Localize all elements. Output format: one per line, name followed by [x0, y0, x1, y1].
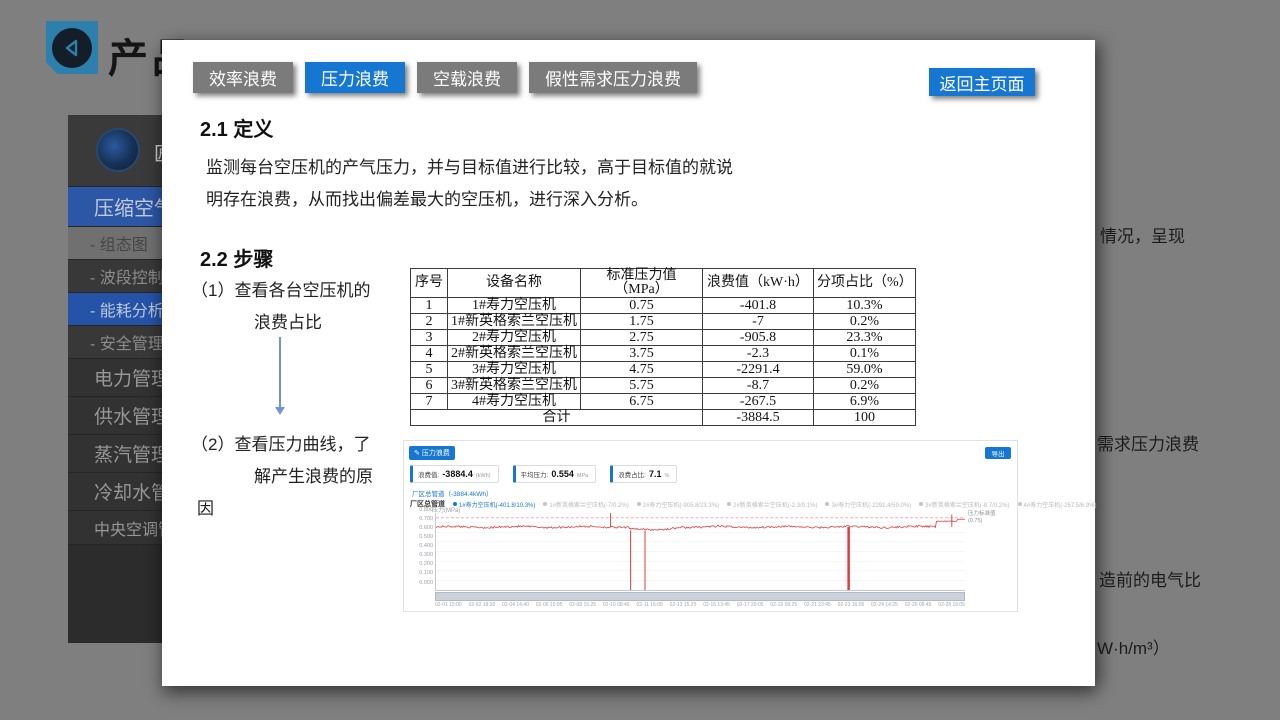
- table-header-cell: 浪费值（kW·h）: [703, 269, 814, 298]
- pressure-chart-svg: [435, 513, 965, 591]
- step2-text-line2: 解产生浪费的原: [254, 462, 373, 487]
- return-home-button[interactable]: 返回主页面: [929, 68, 1035, 96]
- table-row: 11#寿力空压机0.75-401.810.3%: [411, 298, 916, 314]
- background-text-fragment: 情况，呈现: [1100, 222, 1185, 247]
- table-row: 74#寿力空压机6.75-267.56.9%: [411, 394, 916, 410]
- chart-legend: 厂区总管道 1#寿力空压机(-401.8/10.3%)1#新英格索兰空压机(-7…: [410, 499, 1097, 509]
- pressure-curve-screenshot: ✎ 压力浪费 导出 浪费值:-3884.4(kWh)平均压力:0.554MPa浪…: [403, 440, 1018, 612]
- app-logo-icon: [96, 128, 140, 172]
- data-zoom-slider[interactable]: [435, 592, 965, 601]
- table-row: 53#寿力空压机4.75-2291.459.0%: [411, 362, 916, 378]
- step1-text-line2: 浪费占比: [254, 308, 322, 333]
- screenshot-title-button[interactable]: ✎ 压力浪费: [409, 446, 455, 460]
- stat-card: 浪费占比:7.1%: [610, 465, 677, 483]
- legend-item[interactable]: 1#新英格索兰空压机(-7/0.2%): [543, 500, 628, 509]
- table-header-cell: 设备名称: [448, 269, 581, 298]
- step2-text-line1: （2）查看压力曲线，了: [191, 430, 370, 455]
- table-header-cell: 序号: [411, 269, 448, 298]
- background-text-fragment: 需求压力浪费: [1097, 430, 1199, 455]
- screenshot-title-label: 压力浪费: [422, 448, 450, 458]
- legend-item[interactable]: 2#寿力空压机(-905.8/23.3%): [637, 500, 719, 509]
- waste-type-tabs: 效率浪费压力浪费空载浪费假性需求压力浪费: [193, 62, 697, 93]
- y-axis-ticks: 0.8000.7000.6000.5000.4000.3000.2000.100…: [406, 510, 433, 588]
- legend-item[interactable]: 4#寿力空压机(-267.5/6.9%): [1018, 500, 1097, 509]
- definition-text-line2: 明存在浪费，从而找出偏差最大的空压机，进行深入分析。: [206, 185, 648, 210]
- background-text-fragment: 造前的电气比: [1099, 566, 1201, 591]
- definition-heading: 2.1 定义: [200, 113, 273, 142]
- table-row: 42#新英格索兰空压机3.75-2.30.1%: [411, 346, 916, 362]
- table-row: 21#新英格索兰空压机1.75-70.2%: [411, 314, 916, 330]
- overlay-panel: 效率浪费压力浪费空载浪费假性需求压力浪费 返回主页面 2.1 定义 监测每台空压…: [162, 40, 1095, 686]
- back-arrow-icon: [52, 28, 92, 68]
- compressor-waste-table: 序号设备名称标准压力值（MPa）浪费值（kW·h）分项占比（%） 11#寿力空压…: [410, 268, 916, 426]
- step1-text-line1: （1）查看各台空压机的: [191, 276, 370, 301]
- stat-cards: 浪费值:-3884.4(kWh) 平均压力:0.554MPa 浪费占比:7.1%: [410, 465, 677, 483]
- steps-heading: 2.2 步骤: [200, 243, 273, 272]
- export-button[interactable]: 导出: [985, 447, 1011, 459]
- table-row: 63#新英格索兰空压机5.75-8.70.2%: [411, 378, 916, 394]
- step2-text-line3: 因: [197, 494, 214, 519]
- down-arrow-icon: [279, 337, 281, 407]
- edit-icon: ✎: [414, 449, 420, 457]
- legend-item[interactable]: 3#寿力空压机(-2291.4/59.0%): [825, 500, 911, 509]
- legend-item[interactable]: 3#新英格索兰空压机(-8.7/0.2%): [919, 500, 1009, 509]
- x-axis-labels: 02-01 15:0002-02 18:2002-04 14:4002-06 1…: [435, 602, 965, 608]
- table-total-row: 合计-3884.5100: [411, 410, 916, 426]
- standard-value-label: 压力标准值 (0.75): [968, 511, 996, 525]
- back-icon[interactable]: [46, 21, 98, 74]
- tab-空载浪费[interactable]: 空载浪费: [417, 62, 517, 93]
- table-header-cell: 标准压力值（MPa）: [581, 269, 703, 298]
- pipeline-link[interactable]: 厂区总管道（-3884.4kWh）: [412, 488, 493, 498]
- tab-假性需求压力浪费[interactable]: 假性需求压力浪费: [529, 62, 697, 93]
- legend-item[interactable]: 2#新英格索兰空压机(-2.3/0.1%): [727, 500, 817, 509]
- definition-text-line1: 监测每台空压机的产气压力，并与目标值进行比较，高于目标值的就说: [206, 153, 733, 178]
- tab-压力浪费[interactable]: 压力浪费: [305, 62, 405, 93]
- table-header-cell: 分项占比（%）: [814, 269, 916, 298]
- table-row: 32#寿力空压机2.75-905.823.3%: [411, 330, 916, 346]
- stat-card: 平均压力:0.554MPa: [513, 465, 597, 483]
- stat-card: 浪费值:-3884.4(kWh): [410, 465, 499, 483]
- table-header-row: 序号设备名称标准压力值（MPa）浪费值（kW·h）分项占比（%）: [411, 269, 916, 298]
- tab-效率浪费[interactable]: 效率浪费: [193, 62, 293, 93]
- legend-item[interactable]: 1#寿力空压机(-401.8/10.3%): [453, 500, 535, 509]
- background-text-fragment: W·h/m³）: [1097, 634, 1170, 659]
